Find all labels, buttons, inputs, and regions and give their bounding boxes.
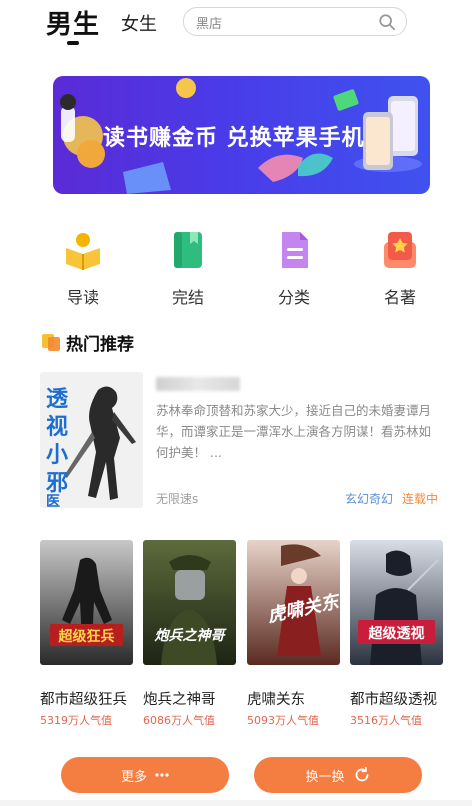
category-guide[interactable]: 导读 — [48, 228, 118, 308]
book-title[interactable]: 都市超级狂兵 — [40, 688, 133, 709]
book-icon — [174, 232, 202, 268]
active-tab-indicator — [67, 41, 79, 45]
hot-section-icon — [42, 334, 60, 351]
featured-status: 连载中 — [402, 492, 439, 506]
category-label: 导读 — [66, 288, 99, 307]
category-classify[interactable]: 分类 — [259, 228, 329, 308]
book-cover-title: 炮兵之神哥 — [154, 627, 228, 644]
search-bar[interactable]: 黑店 — [183, 7, 407, 36]
book-popularity: 6086万人气值 — [143, 714, 215, 727]
featured-book-cover[interactable]: 透 视 小 邪 医 — [40, 372, 143, 508]
award-book-icon — [384, 232, 416, 268]
search-input[interactable]: 黑店 — [196, 13, 222, 32]
book-popularity: 5319万人气值 — [40, 714, 112, 727]
more-button[interactable]: 更多 — [61, 757, 229, 793]
svg-text:视: 视 — [46, 414, 68, 440]
book-cover-title: 超级透视 — [368, 625, 425, 642]
featured-description: 苏林奉命顶替和苏家大少，接近自己的未婚妻谭月华，而谭家正是一潭浑水上演各方阴谋！… — [156, 403, 432, 460]
featured-genre[interactable]: 玄幻奇幻 — [345, 490, 393, 507]
cover-illustration: 虎啸关东 — [247, 540, 340, 665]
book-title[interactable]: 都市超级透视 — [350, 688, 443, 709]
svg-text:透: 透 — [46, 386, 69, 412]
cover-illustration: 超级狂兵 — [40, 540, 133, 665]
book-cover[interactable]: 超级狂兵 — [40, 540, 133, 665]
book-card[interactable]: 炮兵之神哥 炮兵之神哥 6086万人气值 — [143, 540, 236, 728]
category-completed[interactable]: 完结 — [153, 228, 223, 308]
book-cover-title: 超级狂兵 — [58, 628, 115, 645]
ellipsis-icon — [155, 773, 169, 777]
book-title[interactable]: 虎啸关东 — [247, 688, 340, 709]
refresh-icon — [355, 766, 368, 782]
promo-banner[interactable]: 读书赚金币 兑换苹果手机 — [53, 76, 430, 194]
featured-title-redacted — [156, 377, 240, 391]
reader-icon — [66, 233, 100, 270]
refresh-button[interactable]: 换一换 — [254, 757, 422, 793]
book-card[interactable]: 超级狂兵 都市超级狂兵 5319万人气值 — [40, 540, 133, 728]
category-label: 名著 — [383, 288, 416, 307]
book-card[interactable]: 超级透视 都市超级透视 3516万人气值 — [350, 540, 443, 728]
book-cover[interactable]: 超级透视 — [350, 540, 443, 665]
book-cover[interactable]: 虎啸关东 — [247, 540, 340, 665]
document-icon — [282, 232, 308, 268]
cover-illustration: 炮兵之神哥 — [143, 540, 236, 665]
more-button-label: 更多 — [120, 769, 147, 785]
tab-female[interactable]: 女生 — [121, 10, 157, 36]
refresh-button-label: 换一换 — [305, 769, 345, 785]
featured-author: 无限速s — [156, 492, 199, 506]
cover-illustration: 超级透视 — [350, 540, 443, 665]
book-popularity: 5093万人气值 — [247, 714, 319, 727]
book-card[interactable]: 虎啸关东 虎啸关东 5093万人气值 — [247, 540, 340, 728]
section-title: 热门推荐 — [66, 335, 134, 355]
book-title[interactable]: 炮兵之神哥 — [143, 688, 236, 709]
book-popularity: 3516万人气值 — [350, 714, 422, 727]
cover-illustration: 透 视 小 邪 医 — [40, 372, 143, 508]
category-classics[interactable]: 名著 — [365, 228, 435, 308]
svg-text:医: 医 — [46, 494, 60, 508]
svg-text:小: 小 — [46, 442, 68, 468]
category-label: 完结 — [171, 288, 204, 307]
svg-text:邪: 邪 — [45, 470, 68, 496]
banner-text: 读书赚金币 兑换苹果手机 — [103, 126, 365, 151]
bottom-divider — [0, 800, 472, 806]
book-cover[interactable]: 炮兵之神哥 — [143, 540, 236, 665]
search-icon[interactable] — [378, 13, 396, 31]
category-label: 分类 — [277, 288, 310, 307]
tab-male[interactable]: 男生 — [46, 4, 100, 41]
